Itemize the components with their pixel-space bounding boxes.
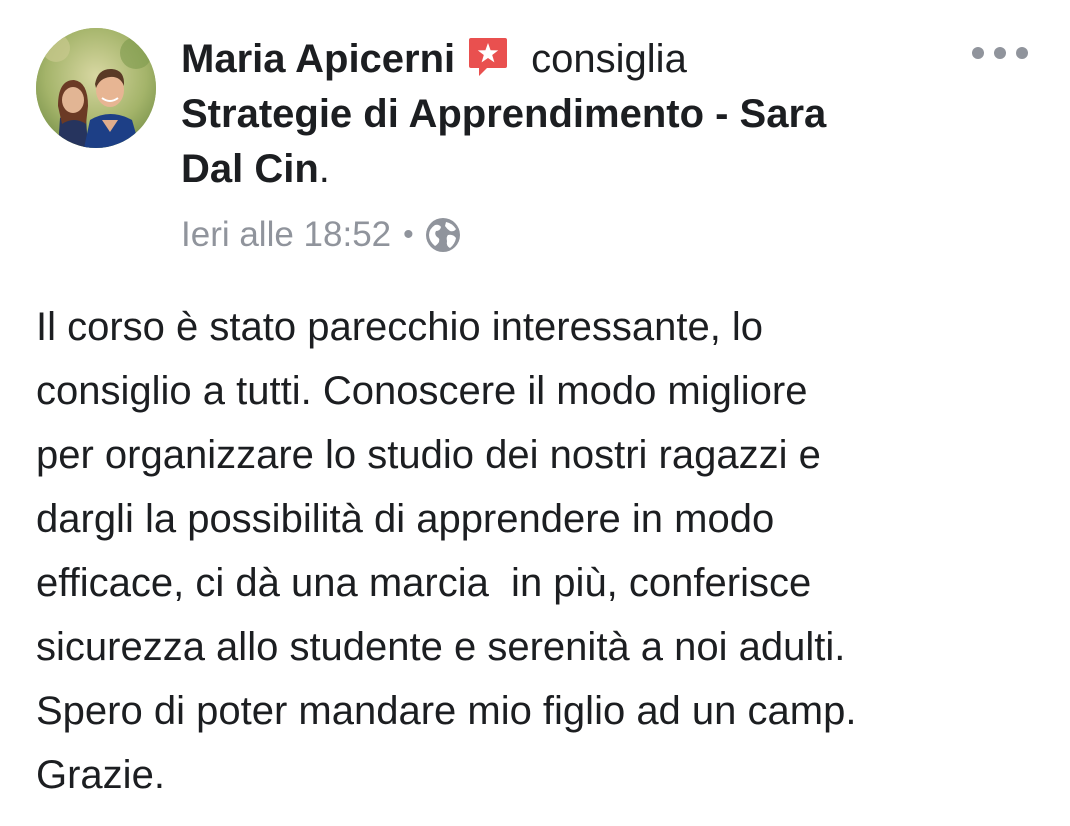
recommended-page-link[interactable]: Strategie di Apprendimento - Sara Dal Cin — [181, 92, 826, 191]
body-line: sicurezza allo studente e serenità a noi… — [36, 625, 846, 669]
page-name-line1: Strategie di Apprendimento - Sara — [181, 92, 827, 136]
avatar[interactable] — [36, 28, 156, 148]
body-line: Spero di poter mandare mio figlio ad un … — [36, 689, 857, 733]
post-meta: Ieri alle 18:52 • — [181, 210, 462, 260]
body-line: consiglio a tutti. Conoscere il modo mig… — [36, 369, 808, 413]
header-period: . — [318, 147, 330, 191]
body-line: dargli la possibilità di apprendere in m… — [36, 497, 775, 541]
avatar-photo — [36, 28, 156, 148]
body-line: efficace, ci dà una marcia in più, confe… — [36, 561, 812, 605]
recommendation-star-icon — [469, 38, 508, 76]
more-options-icon[interactable] — [972, 38, 1028, 68]
more-dot — [972, 47, 984, 59]
globe-icon[interactable] — [424, 216, 462, 254]
body-line: per organizzare lo studio dei nostri rag… — [36, 433, 821, 477]
page-name-line2: Dal Cin — [181, 147, 319, 191]
post-card: Maria Apicerni consiglia Strategie di App… — [0, 0, 1070, 826]
recommend-verb: consiglia — [531, 37, 687, 81]
more-dot — [1016, 47, 1028, 59]
body-line: Il corso è stato parecchio interessante,… — [36, 305, 764, 349]
meta-separator: • — [403, 218, 414, 251]
body-line: Grazie. — [36, 753, 165, 797]
author-name[interactable]: Maria Apicerni — [181, 37, 455, 81]
post-body: Il corso è stato parecchio interessante,… — [36, 295, 1046, 807]
post-timestamp[interactable]: Ieri alle 18:52 — [181, 215, 391, 255]
post-header: Maria Apicerni consiglia Strategie di App… — [181, 32, 941, 197]
more-dot — [994, 47, 1006, 59]
